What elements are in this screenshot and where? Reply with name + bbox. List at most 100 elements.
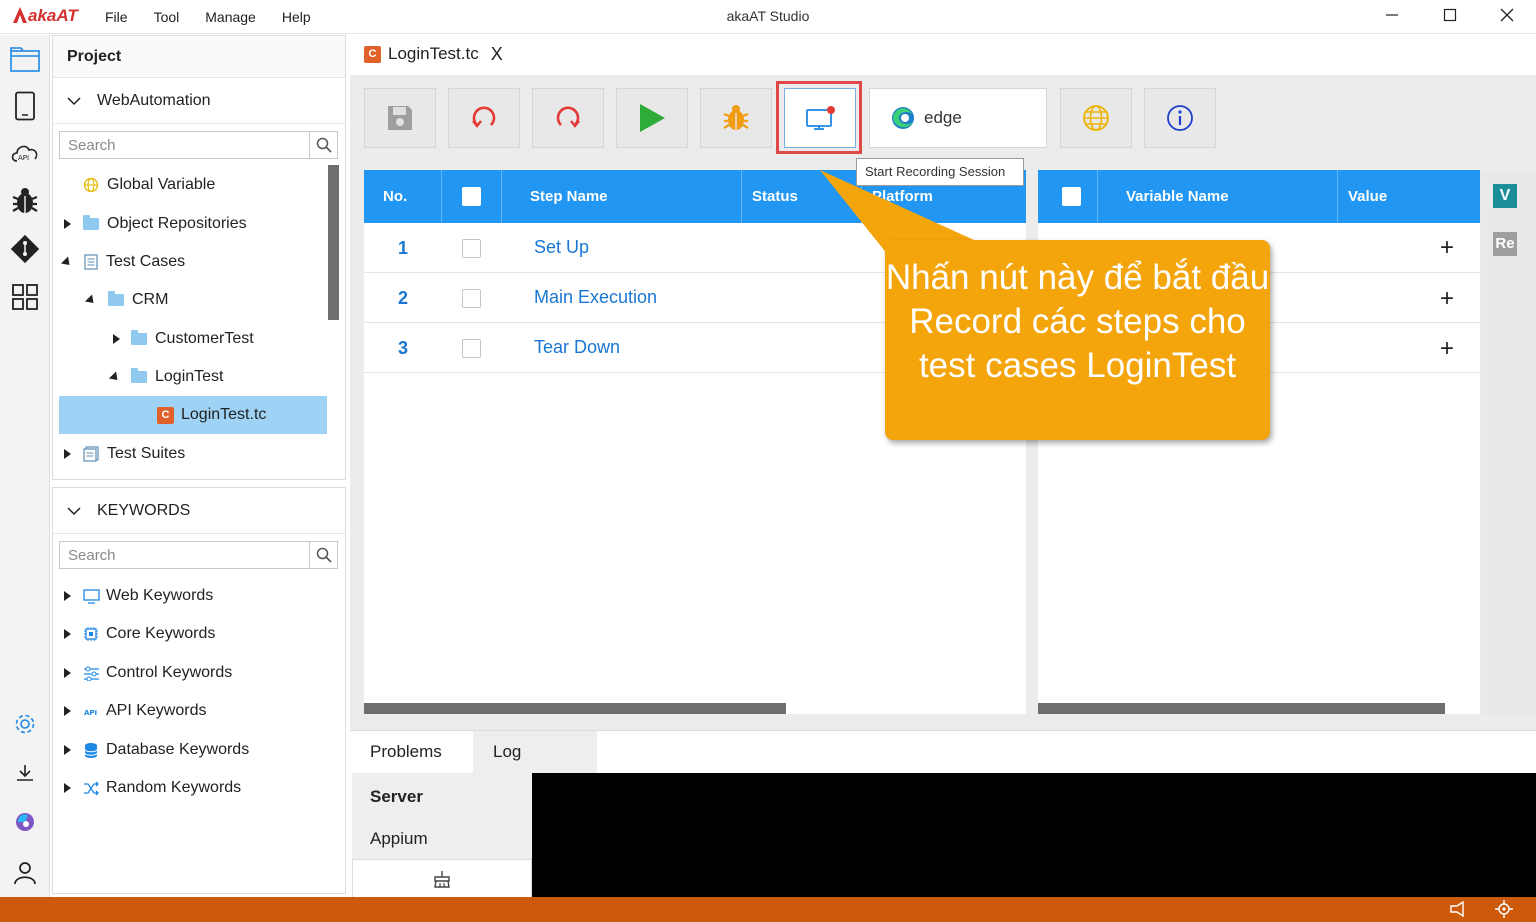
folder-icon <box>131 368 147 383</box>
step-name[interactable]: Tear Down <box>534 337 620 358</box>
col-status[interactable]: Status <box>742 170 862 223</box>
keyword-item-control[interactable]: Control Keywords <box>64 654 232 692</box>
keyword-item-random[interactable]: Random Keywords <box>64 769 241 807</box>
editor-tab-logintest[interactable]: C LoginTest.tc X <box>357 35 513 75</box>
search-icon <box>316 547 332 563</box>
activity-git-button[interactable] <box>9 233 41 265</box>
browser-select-button[interactable]: edge <box>869 88 1047 148</box>
side-tab-variables[interactable]: V <box>1493 184 1517 208</box>
globe-icon <box>1083 105 1109 131</box>
col-no[interactable]: No. <box>364 170 442 223</box>
undo-button[interactable] <box>448 88 520 148</box>
expand-arrow-icon[interactable] <box>113 334 120 344</box>
step-number: 1 <box>398 238 409 258</box>
step-name[interactable]: Main Execution <box>534 287 657 308</box>
col-variable-name[interactable]: Variable Name <box>1098 170 1338 223</box>
mobile-icon <box>15 91 35 121</box>
tree-item-test-suites[interactable]: Test Suites <box>64 435 185 473</box>
notification-icon[interactable] <box>1449 901 1467 917</box>
tree-item-login-test[interactable]: LoginTest <box>108 358 224 396</box>
keyword-item-web[interactable]: Web Keywords <box>64 577 213 615</box>
start-recording-button[interactable] <box>784 88 856 148</box>
save-button[interactable] <box>364 88 436 148</box>
add-variable-button[interactable]: + <box>1440 234 1454 262</box>
col-value[interactable]: Value <box>1338 170 1480 223</box>
app-logo: akaAT <box>12 6 78 26</box>
expand-arrow-icon[interactable] <box>64 449 71 459</box>
project-search[interactable]: Search <box>59 131 338 159</box>
crosshair-icon[interactable] <box>1495 900 1513 918</box>
row-checkbox[interactable] <box>462 289 481 308</box>
redo-button[interactable] <box>532 88 604 148</box>
col-step-name[interactable]: Step Name <box>502 170 742 223</box>
activity-aka-button[interactable] <box>9 806 41 838</box>
expand-arrow-icon[interactable] <box>64 783 71 793</box>
minimize-button[interactable] <box>1369 4 1415 30</box>
web-spy-button[interactable] <box>1060 88 1132 148</box>
keyword-item-core[interactable]: Core Keywords <box>64 615 215 653</box>
activity-project-button[interactable] <box>9 43 41 75</box>
row-checkbox[interactable] <box>462 239 481 258</box>
project-search-button[interactable] <box>309 132 337 158</box>
expand-arrow-icon[interactable] <box>64 591 71 601</box>
collapse-arrow-icon[interactable] <box>108 370 122 384</box>
run-button[interactable] <box>616 88 688 148</box>
menu-manage[interactable]: Manage <box>205 9 256 25</box>
clear-log-button[interactable] <box>352 859 532 898</box>
menu-tool[interactable]: Tool <box>154 9 180 25</box>
menu-file[interactable]: File <box>105 9 128 25</box>
project-tree-scrollbar[interactable] <box>328 165 339 320</box>
activity-download-button[interactable] <box>9 757 41 789</box>
keywords-search-button[interactable] <box>309 542 337 568</box>
select-all-checkbox[interactable] <box>462 187 481 206</box>
activity-mobile-button[interactable] <box>9 90 41 122</box>
close-window-button[interactable] <box>1484 4 1530 30</box>
keyword-label: Web Keywords <box>106 587 214 604</box>
workspace-header[interactable]: WebAutomation <box>53 78 345 124</box>
log-source-server[interactable]: Server <box>370 787 423 807</box>
debug-button[interactable] <box>700 88 772 148</box>
callout-text: Nhấn nút này để bắt đầu Record các steps… <box>885 258 1270 385</box>
activity-api-button[interactable]: API <box>9 137 41 169</box>
collapse-arrow-icon[interactable] <box>60 255 74 269</box>
activity-debug-button[interactable] <box>9 185 41 217</box>
git-icon <box>10 234 40 264</box>
tree-item-global-variable[interactable]: Global Variable <box>83 166 215 204</box>
activity-account-button[interactable] <box>9 857 41 889</box>
steps-table-hscrollbar[interactable] <box>364 703 786 714</box>
expand-arrow-icon[interactable] <box>64 745 71 755</box>
menu-help[interactable]: Help <box>282 9 311 25</box>
maximize-icon <box>1443 8 1457 22</box>
collapse-arrow-icon[interactable] <box>84 293 98 307</box>
activity-extensions-button[interactable] <box>9 281 41 313</box>
row-checkbox[interactable] <box>462 339 481 358</box>
expand-arrow-icon[interactable] <box>64 668 71 678</box>
activity-settings-button[interactable] <box>9 708 41 740</box>
add-variable-button[interactable]: + <box>1440 335 1454 363</box>
tree-item-login-test-tc[interactable]: C LoginTest.tc <box>157 396 266 434</box>
tree-item-object-repositories[interactable]: Object Repositories <box>64 205 247 243</box>
expand-arrow-icon[interactable] <box>64 629 71 639</box>
maximize-button[interactable] <box>1427 4 1473 30</box>
col-select-all <box>442 170 502 223</box>
tree-item-crm[interactable]: CRM <box>84 281 168 319</box>
log-source-appium[interactable]: Appium <box>370 829 428 849</box>
keywords-search[interactable]: Search <box>59 541 338 569</box>
log-console[interactable] <box>532 773 1536 898</box>
tab-problems[interactable]: Problems <box>350 731 462 773</box>
info-button[interactable] <box>1144 88 1216 148</box>
step-name[interactable]: Set Up <box>534 237 589 258</box>
expand-arrow-icon[interactable] <box>64 706 71 716</box>
keyword-item-api[interactable]: API API Keywords <box>64 692 206 730</box>
side-tab-report[interactable]: Re <box>1493 232 1517 256</box>
keyword-item-database[interactable]: Database Keywords <box>64 731 249 769</box>
var-select-all-checkbox[interactable] <box>1062 187 1081 206</box>
tab-close-icon[interactable]: X <box>491 44 503 65</box>
tree-item-customer-test[interactable]: CustomerTest <box>113 320 254 358</box>
expand-arrow-icon[interactable] <box>64 219 71 229</box>
keywords-header[interactable]: KEYWORDS <box>53 488 345 534</box>
tree-item-test-cases[interactable]: Test Cases <box>60 243 185 281</box>
tab-log[interactable]: Log <box>473 731 597 773</box>
variables-table-hscrollbar[interactable] <box>1038 703 1445 714</box>
add-variable-button[interactable]: + <box>1440 285 1454 313</box>
